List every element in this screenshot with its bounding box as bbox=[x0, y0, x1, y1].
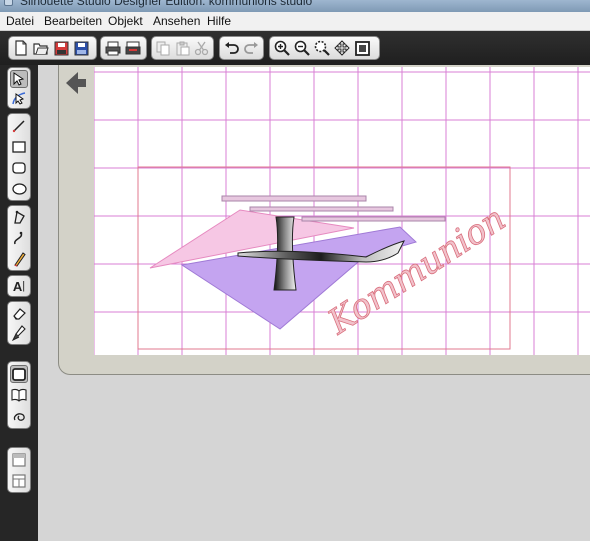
erase-tool-group bbox=[7, 301, 31, 345]
app-icon bbox=[4, 0, 13, 6]
zoom-out-icon[interactable] bbox=[293, 39, 311, 57]
trace-icon[interactable] bbox=[10, 407, 28, 425]
menu-bar: Datei Bearbeiten Objekt Ansehen Hilfe bbox=[0, 12, 590, 31]
print-icon[interactable] bbox=[104, 39, 122, 57]
draw-rounded-rectangle-icon[interactable] bbox=[10, 159, 28, 177]
zoom-in-icon[interactable] bbox=[273, 39, 291, 57]
page-setup-icon[interactable] bbox=[10, 451, 28, 469]
menu-ansehen[interactable]: Ansehen bbox=[153, 14, 200, 28]
eraser-icon[interactable] bbox=[10, 304, 28, 322]
split-view-icon[interactable] bbox=[10, 472, 28, 490]
back-arrow-icon[interactable] bbox=[65, 71, 87, 95]
text-tool-group: A | bbox=[7, 275, 31, 297]
menu-bearbeiten[interactable]: Bearbeiten bbox=[44, 14, 102, 28]
zoom-select-icon[interactable] bbox=[313, 39, 331, 57]
window-title: Silhouette Studio Designer Edition: komm… bbox=[20, 0, 313, 8]
silhouette-studio-window: Silhouette Studio Designer Edition: komm… bbox=[0, 0, 590, 541]
decor-bar-3[interactable] bbox=[301, 216, 446, 222]
fit-page-icon[interactable] bbox=[353, 39, 371, 57]
design-canvas[interactable]: Kommunion bbox=[94, 67, 590, 355]
print-toolbar-group bbox=[100, 36, 147, 60]
history-toolbar-group bbox=[219, 36, 264, 60]
knife-icon[interactable] bbox=[10, 324, 28, 342]
save-icon[interactable] bbox=[52, 39, 70, 57]
pan-move-icon[interactable] bbox=[333, 39, 351, 57]
zoom-toolbar-group bbox=[269, 36, 380, 60]
decor-bar-1[interactable] bbox=[221, 195, 367, 202]
main-toolbar bbox=[0, 31, 590, 65]
freehand-pencil-icon[interactable] bbox=[10, 250, 28, 268]
draw-curve-icon[interactable] bbox=[10, 229, 28, 247]
library-book-icon[interactable] bbox=[10, 386, 28, 404]
copy-icon[interactable] bbox=[155, 39, 172, 57]
draw-ellipse-icon[interactable] bbox=[10, 180, 28, 198]
cut-settings-icon[interactable] bbox=[10, 365, 28, 383]
print-cut-icon[interactable] bbox=[124, 39, 142, 57]
file-toolbar-group bbox=[8, 36, 97, 60]
title-bar: Silhouette Studio Designer Edition: komm… bbox=[0, 0, 590, 12]
select-pointer-icon[interactable] bbox=[10, 70, 28, 88]
select-tool-group bbox=[7, 67, 31, 109]
paste-icon[interactable] bbox=[174, 39, 191, 57]
new-document-icon[interactable] bbox=[12, 39, 30, 57]
work-area[interactable]: Kommunion bbox=[38, 65, 590, 541]
design-page[interactable]: Kommunion bbox=[94, 67, 590, 355]
menu-datei[interactable]: Datei bbox=[6, 14, 34, 28]
tools-sidebar: A | bbox=[0, 65, 38, 541]
freeform-tool-group bbox=[7, 205, 31, 271]
edit-points-icon[interactable] bbox=[10, 89, 28, 107]
decor-bar-2[interactable] bbox=[249, 206, 394, 212]
save-to-library-icon[interactable] bbox=[72, 39, 90, 57]
undo-icon[interactable] bbox=[223, 39, 241, 57]
draw-line-icon[interactable] bbox=[10, 117, 28, 135]
text-tool-icon[interactable]: A | bbox=[10, 277, 28, 295]
draw-rectangle-icon[interactable] bbox=[10, 138, 28, 156]
menu-hilfe[interactable]: Hilfe bbox=[207, 14, 231, 28]
cut-scissors-icon[interactable] bbox=[193, 39, 210, 57]
redo-icon[interactable] bbox=[243, 39, 261, 57]
panel-tool-group bbox=[7, 361, 31, 429]
clipboard-toolbar-group bbox=[151, 36, 214, 60]
page-tool-group bbox=[7, 447, 31, 493]
shape-tool-group bbox=[7, 113, 31, 201]
open-folder-icon[interactable] bbox=[32, 39, 50, 57]
menu-objekt[interactable]: Objekt bbox=[108, 14, 143, 28]
draw-polygon-icon[interactable] bbox=[10, 208, 28, 226]
